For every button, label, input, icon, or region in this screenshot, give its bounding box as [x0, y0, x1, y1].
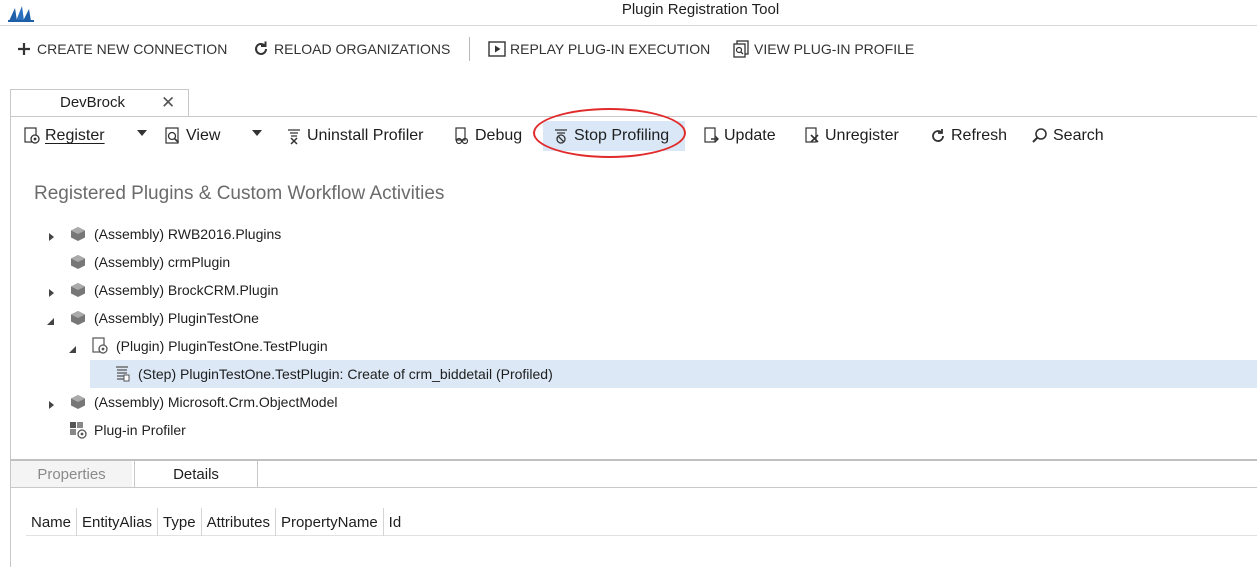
- tree-node-label: (Assembly) BrockCRM.Plugin: [94, 282, 279, 298]
- play-icon: [487, 39, 507, 59]
- tree-node-assembly[interactable]: (Assembly) PluginTestOne: [46, 304, 259, 332]
- details-grid-header: Name EntityAlias Type Attributes Propert…: [26, 508, 1257, 536]
- command-bar: CREATE NEW CONNECTION RELOAD ORGANIZATIO…: [0, 34, 1257, 64]
- search-label: Search: [1053, 127, 1104, 144]
- tree-node-label: (Assembly) Microsoft.Crm.ObjectModel: [94, 394, 338, 410]
- update-icon: [701, 126, 721, 146]
- expand-arrow-icon[interactable]: [46, 397, 56, 409]
- view-button[interactable]: View: [163, 121, 220, 151]
- expand-arrow-icon[interactable]: [46, 229, 56, 241]
- debug-button[interactable]: Debug: [452, 121, 522, 151]
- debug-icon: [452, 126, 472, 146]
- reload-organizations-button[interactable]: RELOAD ORGANIZATIONS: [251, 34, 450, 64]
- replay-plugin-execution-label: REPLAY PLUG-IN EXECUTION: [510, 41, 711, 57]
- refresh-button[interactable]: Refresh: [928, 121, 1007, 151]
- stop-profiling-button[interactable]: Stop Profiling: [543, 121, 686, 151]
- tree-node-assembly[interactable]: (Assembly) crmPlugin: [46, 248, 230, 276]
- tab-strip-divider: [11, 487, 134, 488]
- uninstall-profiler-label: Uninstall Profiler: [307, 127, 424, 144]
- tab-devbrock[interactable]: DevBrock ✕: [10, 89, 189, 117]
- collapse-arrow-icon[interactable]: [68, 341, 78, 353]
- uninstall-profiler-button[interactable]: Uninstall Profiler: [284, 121, 423, 151]
- assembly-icon: [68, 280, 88, 300]
- view-label: View: [186, 127, 221, 144]
- tree-node-label: (Assembly) PluginTestOne: [94, 310, 259, 326]
- register-icon: [22, 126, 42, 146]
- tree-node-assembly[interactable]: (Assembly) Microsoft.Crm.ObjectModel: [46, 388, 338, 416]
- assembly-icon: [68, 252, 88, 272]
- tree-node-step-selected[interactable]: (Step) PluginTestOne.TestPlugin: Create …: [90, 360, 1257, 388]
- profiler-icon: [68, 420, 88, 440]
- tree-node-label: (Assembly) crmPlugin: [94, 254, 231, 270]
- update-button[interactable]: Update: [701, 121, 776, 151]
- step-icon: [112, 364, 132, 384]
- register-label: Register: [45, 127, 105, 144]
- tab-strip-divider: [258, 487, 1257, 488]
- plugin-toolbar: Register View Uninstall Profiler Debug S…: [12, 121, 1252, 151]
- unregister-label: Unregister: [825, 127, 899, 144]
- title-bar: Plugin Registration Tool: [0, 0, 1257, 26]
- reload-organizations-label: RELOAD ORGANIZATIONS: [274, 41, 451, 57]
- assembly-icon: [68, 392, 88, 412]
- uninstall-profiler-icon: [284, 126, 304, 146]
- refresh-label: Refresh: [951, 127, 1008, 144]
- tree-node-plugin[interactable]: (Plugin) PluginTestOne.TestPlugin: [68, 332, 328, 360]
- section-title: Registered Plugins & Custom Workflow Act…: [34, 183, 445, 204]
- view-plugin-profile-label: VIEW PLUG-IN PROFILE: [754, 41, 915, 57]
- tab-properties[interactable]: Properties: [11, 461, 132, 488]
- column-header-entityalias[interactable]: EntityAlias: [77, 508, 159, 536]
- tree-node-label: (Assembly) RWB2016.Plugins: [94, 226, 282, 242]
- register-button[interactable]: Register: [22, 121, 105, 151]
- tree-node-plugin-profiler[interactable]: Plug-in Profiler: [46, 416, 186, 444]
- column-header-name[interactable]: Name: [26, 508, 78, 536]
- window-title: Plugin Registration Tool: [621, 1, 780, 18]
- tree-node-label: (Step) PluginTestOne.TestPlugin: Create …: [138, 366, 553, 382]
- stop-profiling-icon: [551, 126, 571, 146]
- unregister-button[interactable]: Unregister: [802, 121, 899, 151]
- column-header-propertyname[interactable]: PropertyName: [276, 508, 384, 536]
- search-icon: [1030, 126, 1050, 146]
- update-label: Update: [724, 127, 776, 144]
- refresh-icon: [928, 126, 948, 146]
- view-icon: [163, 126, 183, 146]
- tree-node-label: (Plugin) PluginTestOne.TestPlugin: [116, 338, 328, 354]
- column-header-type[interactable]: Type: [158, 508, 202, 536]
- register-dropdown-arrow[interactable]: [137, 130, 147, 136]
- expand-arrow-icon[interactable]: [46, 285, 56, 297]
- collapse-arrow-icon[interactable]: [46, 313, 56, 325]
- assembly-icon: [68, 224, 88, 244]
- view-dropdown-arrow[interactable]: [252, 130, 262, 136]
- close-icon[interactable]: ✕: [161, 93, 175, 113]
- profile-icon: [731, 39, 751, 59]
- tree-node-assembly[interactable]: (Assembly) RWB2016.Plugins: [46, 220, 281, 248]
- create-new-connection-button[interactable]: CREATE NEW CONNECTION: [14, 34, 227, 64]
- tab-details[interactable]: Details: [134, 461, 258, 488]
- tree-node-label: Plug-in Profiler: [94, 422, 186, 438]
- column-header-id[interactable]: Id: [384, 508, 407, 536]
- unregister-icon: [802, 126, 822, 146]
- command-separator: [469, 37, 470, 61]
- create-new-connection-label: CREATE NEW CONNECTION: [37, 41, 228, 57]
- plus-icon: [14, 39, 34, 59]
- tab-devbrock-label: DevBrock: [60, 94, 126, 111]
- column-header-attributes[interactable]: Attributes: [202, 508, 276, 536]
- search-button[interactable]: Search: [1030, 121, 1104, 151]
- stop-profiling-label: Stop Profiling: [574, 127, 670, 144]
- replay-plugin-execution-button[interactable]: REPLAY PLUG-IN EXECUTION: [487, 34, 710, 64]
- reload-icon: [251, 39, 271, 59]
- view-plugin-profile-button[interactable]: VIEW PLUG-IN PROFILE: [731, 34, 914, 64]
- assembly-icon: [68, 308, 88, 328]
- debug-label: Debug: [475, 127, 523, 144]
- tree-node-assembly[interactable]: (Assembly) BrockCRM.Plugin: [46, 276, 278, 304]
- plugin-icon: [90, 336, 110, 356]
